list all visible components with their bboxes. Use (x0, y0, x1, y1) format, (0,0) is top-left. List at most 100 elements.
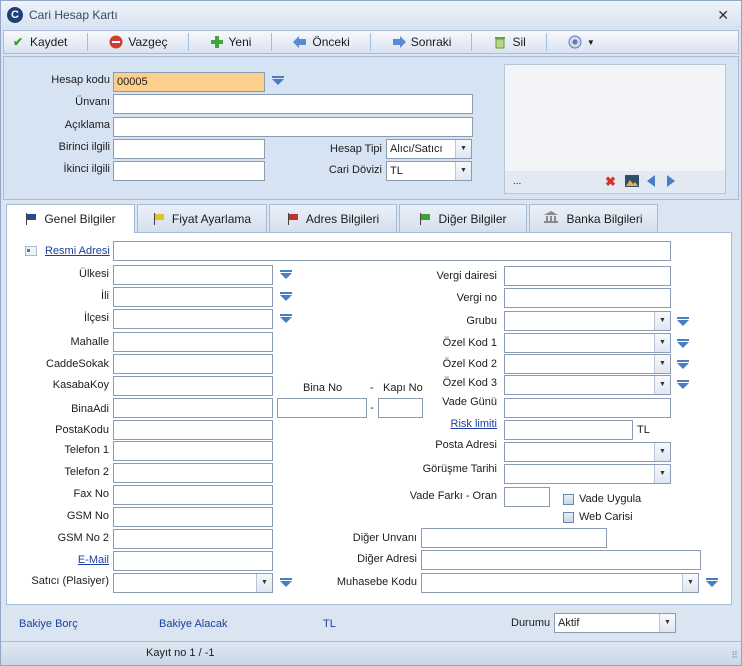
telefon2-input[interactable] (113, 463, 273, 483)
muhasebe-kodu-label: Muhasebe Kodu (336, 576, 417, 588)
app-logo-icon: C (7, 7, 23, 23)
unvani-input[interactable] (113, 94, 473, 114)
tab-banka-bilgileri[interactable]: Banka Bilgileri (529, 204, 658, 232)
remove-image-icon[interactable]: ✖ (605, 174, 616, 190)
chevron-down-icon[interactable]: ▼ (682, 574, 698, 592)
ozel-kod3-dropdown-icon[interactable] (677, 380, 689, 389)
chevron-down-icon[interactable]: ▼ (654, 334, 670, 352)
muhasebe-kodu-select[interactable]: ▼ (421, 573, 699, 593)
ili-dropdown-icon[interactable] (280, 292, 292, 301)
chevron-down-icon[interactable]: ▼ (654, 355, 670, 373)
new-button[interactable]: Yeni (203, 31, 258, 53)
vade-uygula-checkbox[interactable] (563, 494, 574, 505)
ilcesi-dropdown-icon[interactable] (280, 314, 292, 323)
chevron-down-icon[interactable]: ▼ (654, 443, 670, 461)
arrow-left-icon (292, 34, 308, 50)
toolbar-separator (471, 33, 473, 51)
ili-input[interactable] (113, 287, 273, 307)
binaadi-label: BinaAdi (71, 403, 109, 415)
ozel-kod3-select[interactable]: ▼ (504, 375, 671, 395)
web-carisi-label: Web Carisi (579, 511, 633, 523)
load-image-icon[interactable] (625, 175, 639, 190)
grubu-dropdown-icon[interactable] (677, 317, 689, 326)
chevron-down-icon[interactable]: ▼ (455, 162, 471, 180)
ulkesi-input[interactable] (113, 265, 273, 285)
vade-gunu-input[interactable] (504, 398, 671, 418)
cari-dovizi-select[interactable]: TL ▼ (386, 161, 472, 181)
hesap-tipi-select[interactable]: Alıcı/Satıcı ▼ (386, 139, 472, 159)
delete-button[interactable]: Sil (486, 31, 531, 53)
hesap-kodu-dropdown-icon[interactable] (272, 76, 284, 85)
gorusme-tarihi-select[interactable]: ▼ (504, 464, 671, 484)
risk-limiti-input[interactable] (504, 420, 633, 440)
bina-kapi-dash: - (370, 382, 374, 394)
cancel-button[interactable]: Vazgeç (102, 31, 173, 53)
postakodu-input[interactable] (113, 420, 273, 440)
kasabakoy-input[interactable] (113, 376, 273, 396)
close-icon[interactable]: ✕ (717, 7, 729, 24)
chevron-down-icon[interactable]: ▼ (654, 465, 670, 483)
ozel-kod1-select[interactable]: ▼ (504, 333, 671, 353)
previous-image-icon[interactable] (647, 175, 655, 190)
grubu-select[interactable]: ▼ (504, 311, 671, 331)
satici-dropdown-icon[interactable] (280, 578, 292, 587)
chevron-down-icon[interactable]: ▼ (654, 376, 670, 394)
posta-adresi-select[interactable]: ▼ (504, 442, 671, 462)
ikinci-ilgili-input[interactable] (113, 161, 265, 181)
resmi-adresi-input[interactable] (113, 241, 671, 261)
gsm-input[interactable] (113, 507, 273, 527)
ozel-kod2-dropdown-icon[interactable] (677, 360, 689, 369)
chevron-down-icon[interactable]: ▼ (654, 312, 670, 330)
chevron-down-icon[interactable]: ▼ (455, 140, 471, 158)
web-carisi-checkbox[interactable] (563, 512, 574, 523)
ozel-kod3-label: Özel Kod 3 (442, 377, 497, 389)
diger-adresi-input[interactable] (421, 550, 701, 570)
options-dropdown[interactable]: ▼ (561, 31, 601, 53)
ulkesi-dropdown-icon[interactable] (280, 270, 292, 279)
chevron-down-icon[interactable]: ▼ (659, 614, 675, 632)
chevron-down-icon[interactable]: ▼ (256, 574, 272, 592)
mahalle-input[interactable] (113, 332, 273, 352)
tab-diger-bilgiler[interactable]: Diğer Bilgiler (399, 204, 527, 232)
tab-adres-bilgileri[interactable]: Adres Bilgileri (269, 204, 397, 232)
vade-gunu-label: Vade Günü (442, 396, 497, 408)
telefon1-input[interactable] (113, 441, 273, 461)
next-image-icon[interactable] (667, 175, 675, 190)
fax-input[interactable] (113, 485, 273, 505)
trash-icon (492, 34, 508, 50)
ilcesi-input[interactable] (113, 309, 273, 329)
tab-fiyat-ayarlama[interactable]: Fiyat Ayarlama (137, 204, 267, 232)
email-link[interactable]: E-Mail (7, 554, 109, 566)
risk-currency-label: TL (637, 424, 650, 436)
vade-farki-input[interactable] (504, 487, 550, 507)
caddesokak-input[interactable] (113, 354, 273, 374)
resize-grip-icon[interactable]: ⠿ (731, 650, 738, 661)
muhasebe-kodu-dropdown-icon[interactable] (706, 578, 718, 587)
next-button[interactable]: Sonraki (385, 31, 458, 53)
email-input[interactable] (113, 551, 273, 571)
save-button[interactable]: ✔ Kaydet (4, 31, 73, 53)
bina-no-input[interactable] (277, 398, 367, 418)
ozel-kod2-select[interactable]: ▼ (504, 354, 671, 374)
gsm2-input[interactable] (113, 529, 273, 549)
gsm2-label: GSM No 2 (57, 532, 109, 544)
ozel-kod1-dropdown-icon[interactable] (677, 339, 689, 348)
risk-limiti-link[interactable]: Risk limiti (387, 418, 497, 430)
aciklama-input[interactable] (113, 117, 473, 137)
image-path-text: ... (513, 176, 522, 187)
hesap-kodu-input[interactable]: 00005 (113, 72, 265, 92)
diger-unvani-input[interactable] (421, 528, 607, 548)
mahalle-label: Mahalle (70, 336, 109, 348)
durumu-select[interactable]: Aktif ▼ (554, 613, 676, 633)
toolbar-separator (369, 33, 371, 51)
tab-genel-bilgiler[interactable]: Genel Bilgiler (6, 204, 135, 233)
image-box[interactable]: ... ✖ (504, 64, 726, 194)
birinci-ilgili-input[interactable] (113, 139, 265, 159)
flag-icon (153, 212, 164, 225)
binaadi-input[interactable] (113, 398, 273, 418)
satici-select[interactable]: ▼ (113, 573, 273, 593)
vergi-no-input[interactable] (504, 288, 671, 308)
previous-button[interactable]: Önceki (286, 31, 355, 53)
resmi-adresi-link[interactable]: Resmi Adresi (45, 245, 110, 257)
vergi-dairesi-input[interactable] (504, 266, 671, 286)
